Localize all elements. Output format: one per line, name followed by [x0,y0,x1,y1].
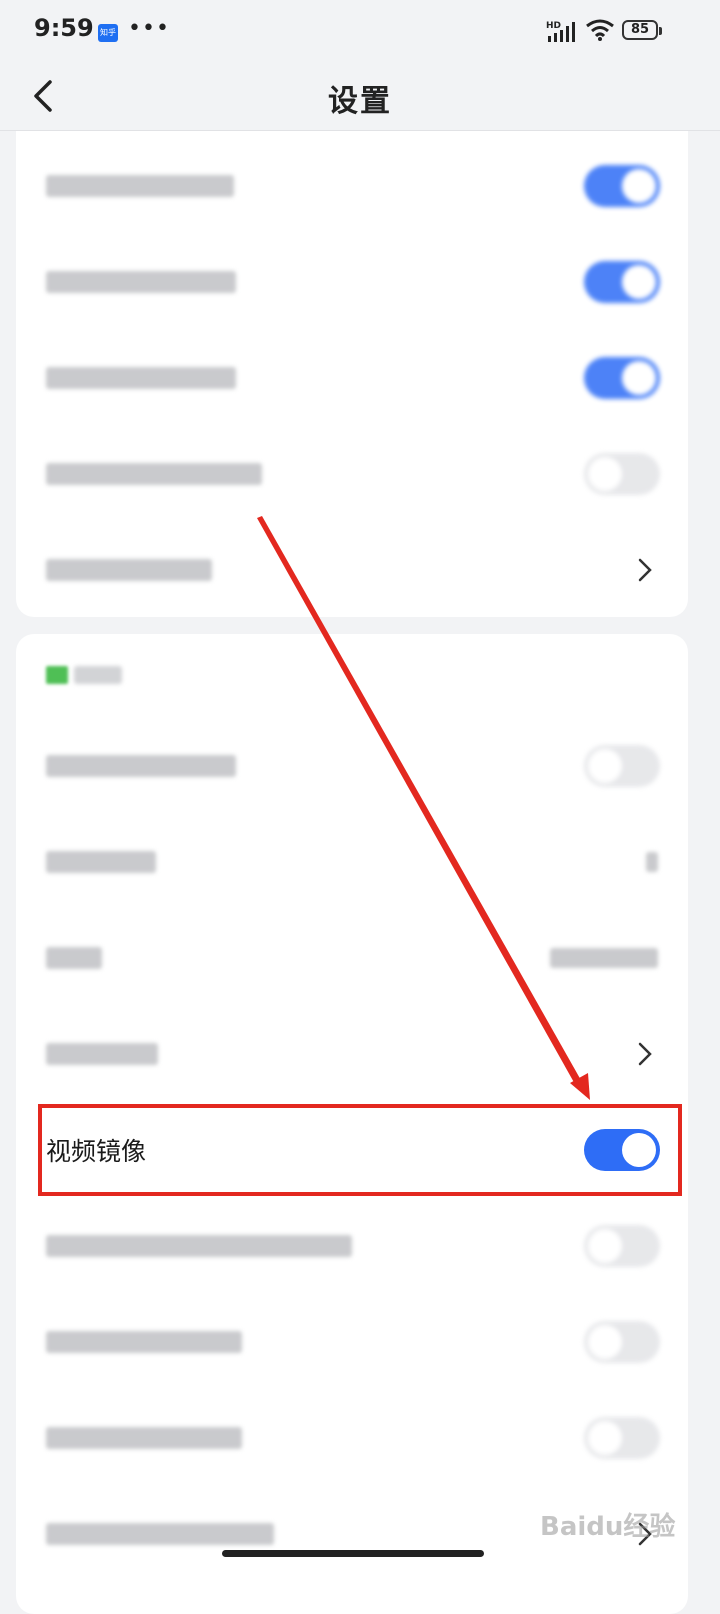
wifi-icon [586,19,614,41]
blurred-setting-label [46,1235,352,1257]
battery-icon: 85 [622,20,662,40]
hd-label: HD [546,21,561,31]
setting-toggle[interactable] [584,453,660,495]
setting-toggle[interactable] [584,1417,660,1459]
setting-toggle[interactable] [584,1225,660,1267]
status-time: 9:59 [34,14,94,42]
navigation-bar: 设置 [0,64,720,131]
setting-row[interactable] [16,1198,688,1294]
blurred-setting-label [46,1043,158,1065]
setting-toggle[interactable] [584,745,660,787]
section-icon [46,666,68,684]
setting-row[interactable] [16,1294,688,1390]
setting-row[interactable] [16,910,688,1006]
blurred-setting-label [46,1523,274,1545]
annotation-highlight-box [38,1104,682,1196]
setting-row[interactable] [16,426,688,522]
setting-row[interactable] [16,814,688,910]
blurred-setting-label [46,271,236,293]
more-notifications-icon: ••• [128,16,170,41]
blurred-setting-label [46,1331,242,1353]
baidu-watermark: Baidu经验 [540,1512,676,1542]
setting-toggle[interactable] [584,261,660,303]
page-title: 设置 [328,84,392,119]
blurred-setting-label [46,851,156,873]
settings-group-1 [16,131,688,617]
chevron-right-icon [638,1042,652,1066]
section-header [74,666,122,684]
blurred-setting-label [46,463,262,485]
home-indicator[interactable] [222,1550,484,1557]
blurred-setting-label [46,175,234,197]
blurred-setting-label [46,367,236,389]
setting-toggle[interactable] [584,357,660,399]
setting-row[interactable] [16,234,688,330]
setting-row[interactable] [16,1390,688,1486]
blurred-setting-label [46,559,212,581]
blurred-setting-label [46,1427,242,1449]
blurred-setting-label [46,947,102,969]
setting-toggle[interactable] [584,1321,660,1363]
chevron-right-icon [638,558,652,582]
setting-row[interactable] [16,138,688,234]
status-bar: 9:59 知乎 ••• HD 85 [0,0,720,64]
zhihu-app-icon: 知乎 [98,24,118,42]
setting-row[interactable] [16,718,688,814]
blurred-setting-value [646,852,658,872]
setting-toggle[interactable] [584,165,660,207]
blurred-setting-label [46,755,236,777]
setting-row[interactable] [16,330,688,426]
setting-row[interactable] [16,522,688,618]
blurred-setting-value [550,948,658,968]
setting-row[interactable] [16,1006,688,1102]
cellular-signal-icon: HD [546,21,575,42]
